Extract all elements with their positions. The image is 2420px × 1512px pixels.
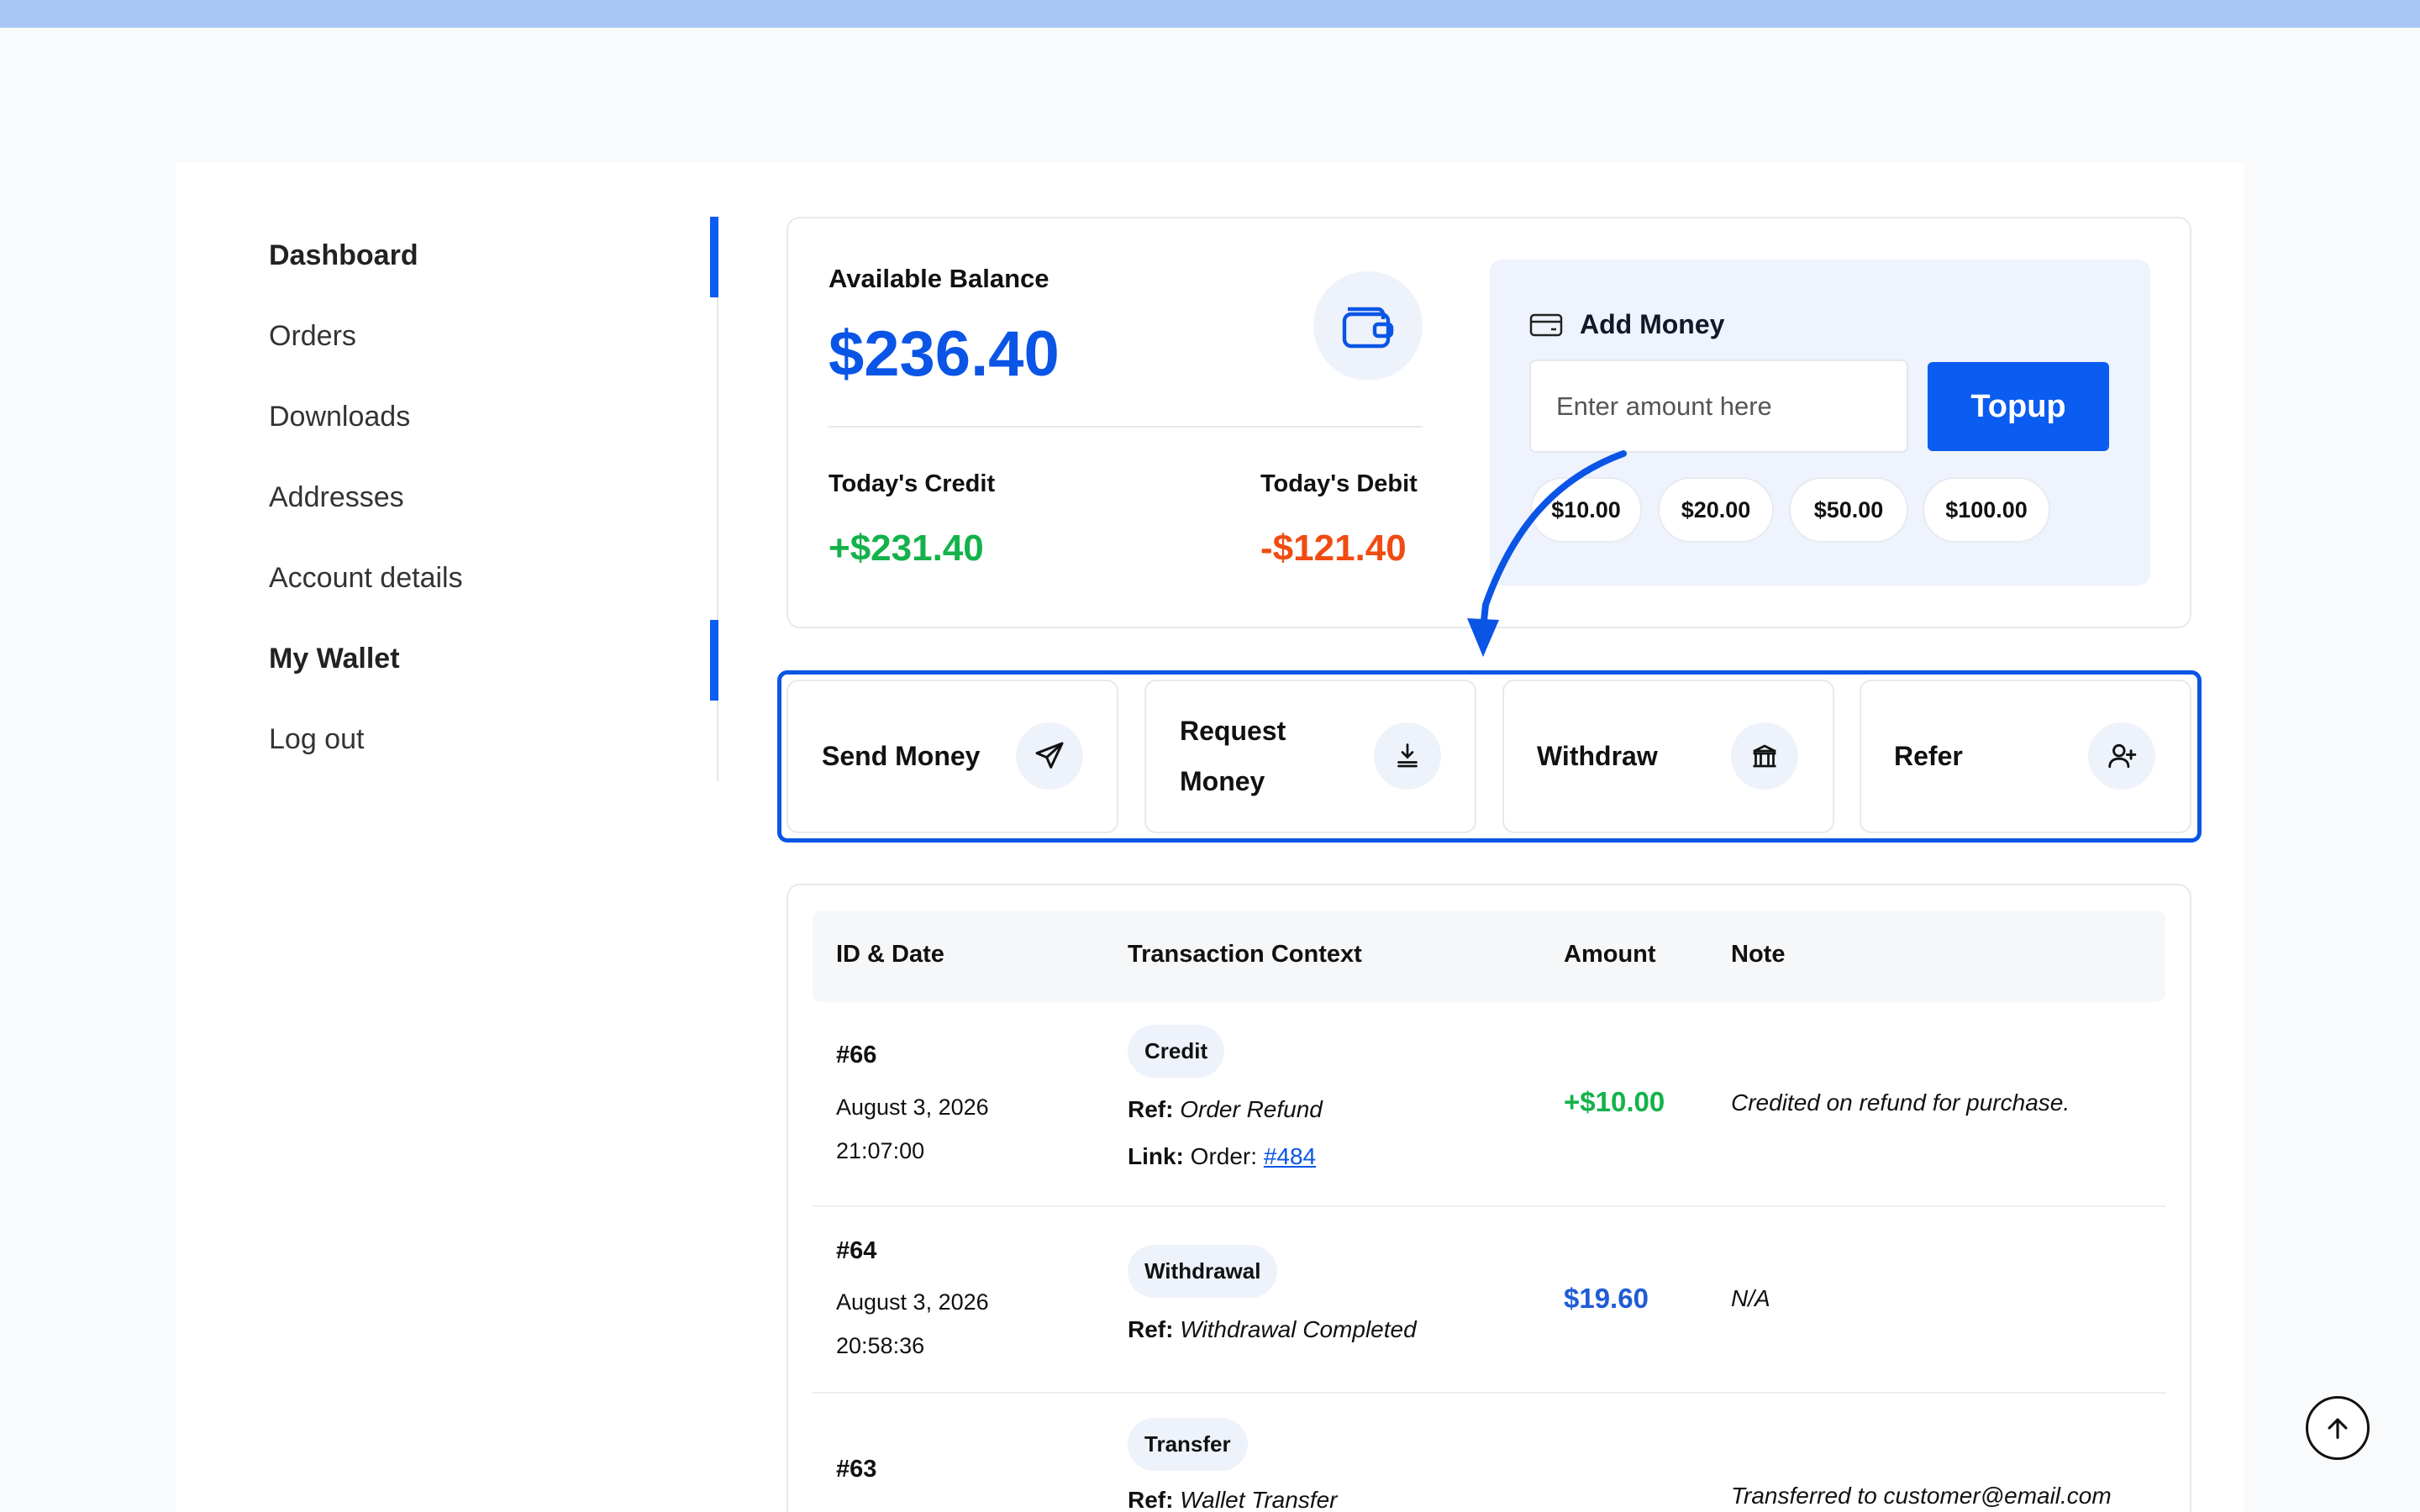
sidebar-item-addresses[interactable]: Addresses xyxy=(269,477,404,517)
tx-id: #64 xyxy=(836,1237,877,1264)
balance-value: $236.40 xyxy=(829,318,1060,390)
card-icon xyxy=(1529,312,1563,342)
tx-type-badge: Transfer xyxy=(1128,1418,1248,1471)
sidebar-item-account-details[interactable]: Account details xyxy=(269,558,463,598)
preset-chip-50[interactable]: $50.00 xyxy=(1789,477,1908,543)
tx-time: 21:07:00 xyxy=(836,1138,925,1163)
scroll-to-top-button[interactable] xyxy=(2306,1396,2370,1460)
order-link[interactable]: #484 xyxy=(1264,1143,1316,1169)
top-banner xyxy=(0,0,2420,28)
tx-ref: Ref: Wallet Transfer xyxy=(1128,1487,1338,1512)
tx-type-badge: Withdrawal xyxy=(1128,1245,1278,1298)
withdraw-label: Withdraw xyxy=(1537,741,1658,771)
sidebar-item-orders[interactable]: Orders xyxy=(269,316,356,356)
send-icon xyxy=(1016,722,1083,790)
active-indicator-dashboard xyxy=(710,217,718,297)
debit-value: -$121.40 xyxy=(1260,528,1407,569)
balance-divider xyxy=(829,426,1423,428)
credit-value: +$231.40 xyxy=(829,528,984,569)
add-money-title: Add Money xyxy=(1580,309,1725,339)
balance-label: Available Balance xyxy=(829,264,1050,293)
wallet-icon xyxy=(1313,271,1423,381)
tx-date: August 3, 2026 xyxy=(836,1289,989,1315)
request-money-label: Request Money xyxy=(1180,716,1286,796)
col-id-date: ID & Date xyxy=(836,941,944,968)
col-note: Note xyxy=(1731,941,1786,968)
user-plus-icon xyxy=(2088,722,2155,790)
transactions-header xyxy=(813,911,2165,1002)
amount-input[interactable] xyxy=(1529,360,1908,453)
tx-note: N/A xyxy=(1731,1285,1770,1311)
col-amount: Amount xyxy=(1564,941,1656,968)
sidebar-item-logout[interactable]: Log out xyxy=(269,719,364,759)
topup-button[interactable]: Topup xyxy=(1928,362,2109,451)
preset-chip-20[interactable]: $20.00 xyxy=(1658,477,1774,543)
tx-note: Credited on refund for purchase. xyxy=(1731,1089,2070,1116)
tx-link-line: Link: Order: #484 xyxy=(1128,1143,1317,1169)
refer-label: Refer xyxy=(1894,741,1963,771)
sidebar-item-downloads[interactable]: Downloads xyxy=(269,396,410,437)
row-divider xyxy=(813,1205,2165,1207)
tx-time: 20:58:36 xyxy=(836,1333,925,1358)
download-icon xyxy=(1374,722,1441,790)
send-money-label: Send Money xyxy=(822,741,981,771)
preset-chip-100[interactable]: $100.00 xyxy=(1923,477,2050,543)
tx-note: Transferred to customer@email.com xyxy=(1731,1483,2112,1509)
tx-date: August 3, 2026 xyxy=(836,1095,989,1120)
arrow-up-icon xyxy=(2328,1418,2348,1439)
row-divider xyxy=(813,1392,2165,1394)
col-context: Transaction Context xyxy=(1128,941,1362,968)
tx-amount: +$10.00 xyxy=(1564,1086,1665,1117)
tx-id: #66 xyxy=(836,1042,877,1068)
tx-amount: $19.60 xyxy=(1564,1283,1649,1314)
tx-type-badge: Credit xyxy=(1128,1025,1225,1078)
tx-ref: Ref: Order Refund xyxy=(1128,1096,1323,1122)
tx-id: #63 xyxy=(836,1456,877,1483)
annotation-arrow-icon xyxy=(1467,450,1627,657)
active-indicator-wallet xyxy=(710,620,718,701)
sidebar-item-my-wallet[interactable]: My Wallet xyxy=(269,638,400,679)
sidebar-item-dashboard[interactable]: Dashboard xyxy=(269,235,418,276)
bank-icon xyxy=(1731,722,1798,790)
debit-label: Today's Debit xyxy=(1260,470,1418,497)
tx-ref: Ref: Withdrawal Completed xyxy=(1128,1316,1417,1342)
credit-label: Today's Credit xyxy=(829,470,996,497)
